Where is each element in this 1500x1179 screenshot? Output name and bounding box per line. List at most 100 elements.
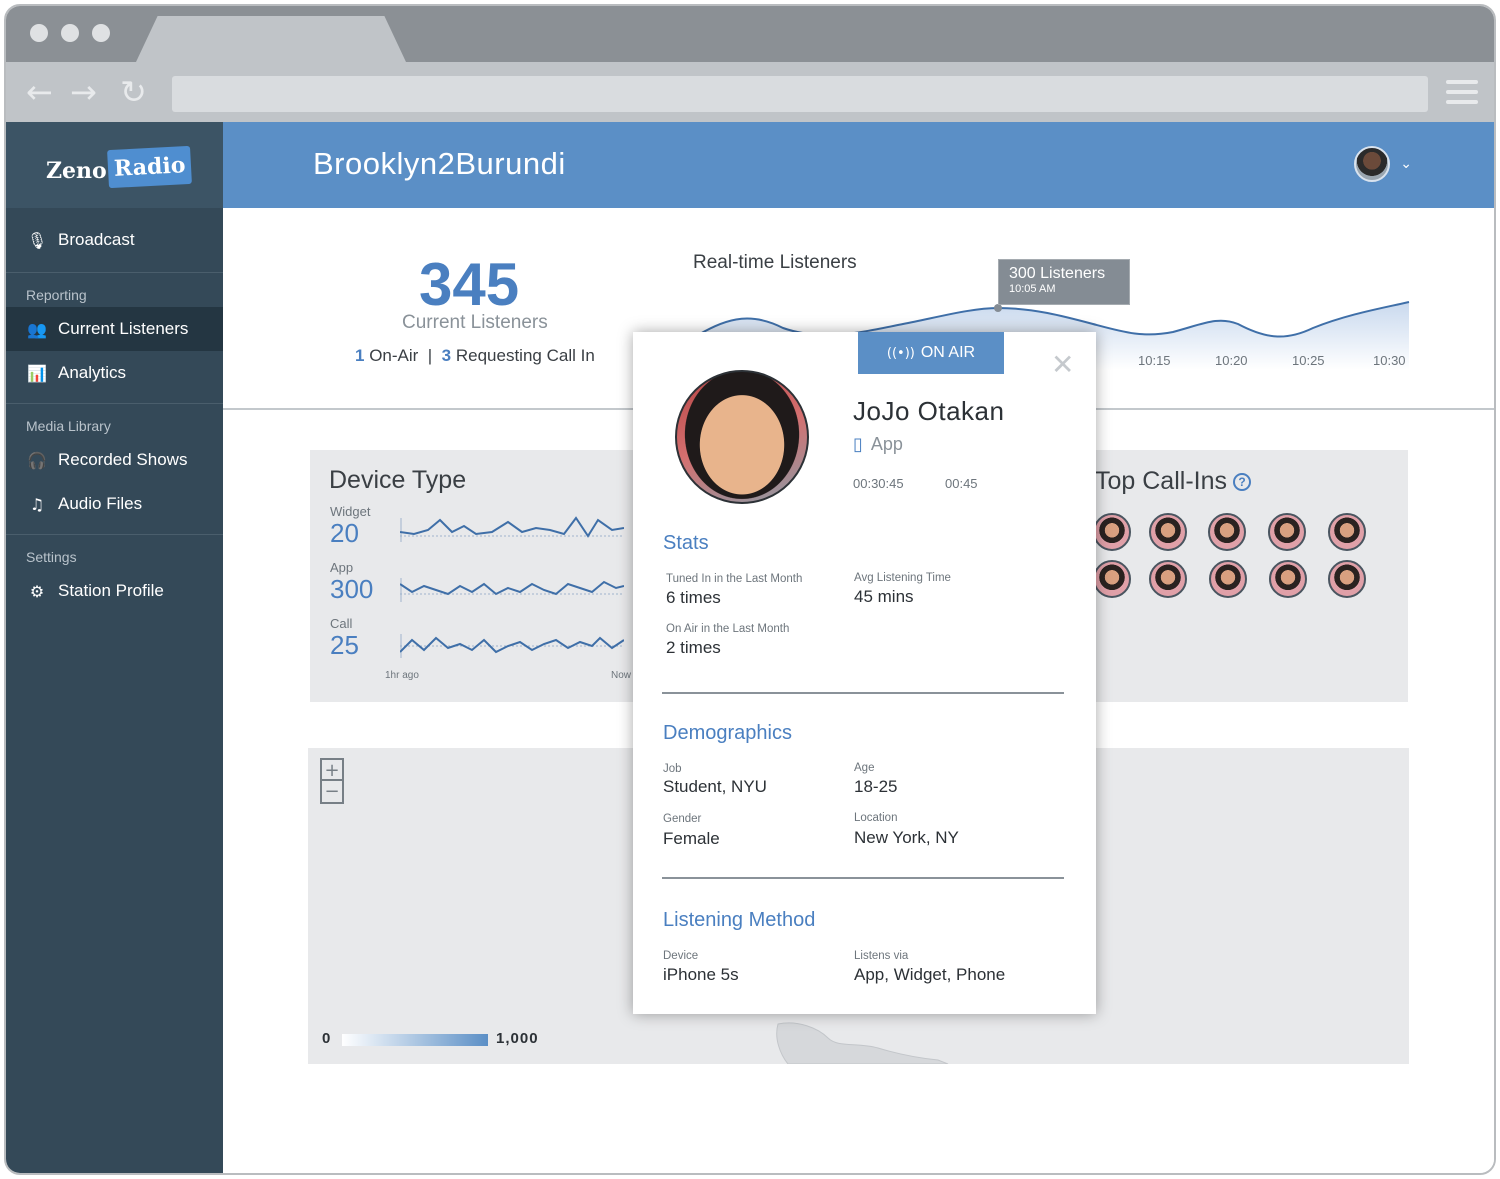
realtime-tooltip: 300 Listeners 10:05 AM: [998, 259, 1130, 305]
listener-status-summary: 1 On-Air | 3 Requesting Call In: [355, 346, 595, 366]
reload-icon[interactable]: ↻: [120, 74, 147, 110]
on-air-badge[interactable]: ((•)) ON AIR: [858, 332, 1004, 374]
browser-toolbar: ← → ↻: [6, 62, 1494, 122]
summary-separator: |: [427, 346, 433, 365]
window-close-dot[interactable]: [30, 24, 48, 42]
gear-icon: ⚙: [29, 581, 45, 601]
callin-avatar[interactable]: [1149, 560, 1187, 598]
device-label-app: App: [330, 560, 354, 575]
on-air-count: 1: [355, 346, 365, 365]
device-value-call: 25: [330, 630, 359, 660]
window-minimize-dot[interactable]: [61, 24, 79, 42]
sidebar-item-station-profile[interactable]: ⚙ Station Profile: [6, 569, 223, 613]
sidebar-item-label: Station Profile: [58, 581, 164, 600]
device-label-widget: Widget: [330, 504, 371, 519]
map-zoom-control: + −: [320, 758, 344, 804]
user-avatar[interactable]: [1354, 146, 1390, 182]
on-air-label: ON AIR: [920, 344, 976, 361]
stats-title: Stats: [663, 532, 709, 554]
address-bar[interactable]: [172, 76, 1428, 112]
widget-sparkline-line: [400, 516, 624, 538]
sidebar-item-label: Broadcast: [58, 230, 135, 249]
tooltip-time: 10:05 AM: [1009, 283, 1056, 295]
music-file-icon: ♫: [29, 494, 45, 514]
callin-avatar[interactable]: [1093, 560, 1131, 598]
modal-divider: [662, 877, 1064, 879]
time-tick: 10:25: [1292, 353, 1325, 368]
callin-avatar[interactable]: [1328, 560, 1366, 598]
sidebar-item-current-listeners[interactable]: 👥 Current Listeners: [6, 307, 223, 351]
listens-via-value: App, Widget, Phone: [854, 965, 1006, 984]
callin-avatar[interactable]: [1149, 513, 1187, 551]
sidebar-item-label: Recorded Shows: [58, 450, 188, 469]
on-air-month-value: 2 times: [666, 638, 721, 657]
tuned-in-value: 6 times: [666, 588, 721, 607]
zoom-out-button[interactable]: −: [322, 781, 342, 802]
top-callins-title-text: Top Call-Ins: [1095, 467, 1227, 495]
app-sparkline: [400, 578, 624, 602]
demographics-title: Demographics: [663, 722, 792, 744]
device-value: iPhone 5s: [663, 965, 739, 984]
requesting-count: 3: [441, 346, 452, 365]
browser-titlebar: [6, 6, 1494, 62]
sidebar-item-recorded-shows[interactable]: 🎧 Recorded Shows: [6, 438, 223, 482]
sidebar-item-label: Analytics: [58, 363, 127, 382]
top-header: Brooklyn2Burundi ⌄: [223, 122, 1494, 208]
top-callins-title: Top Call-Ins?: [1095, 467, 1251, 496]
chevron-down-icon[interactable]: ⌄: [1400, 156, 1412, 172]
listener-detail-modal: ((•)) ON AIR ✕ JoJo Otakan ▯ App 00:30:45 …: [633, 332, 1096, 1014]
back-arrow-icon[interactable]: ←: [26, 74, 53, 110]
zoom-in-button[interactable]: +: [322, 760, 342, 781]
listener-photo: [675, 370, 809, 504]
users-icon: 👥: [27, 319, 47, 339]
forward-arrow-icon[interactable]: →: [70, 74, 97, 110]
listening-method-title: Listening Method: [663, 909, 816, 931]
sidebar-item-broadcast[interactable]: 🎙 Broadcast: [6, 208, 223, 272]
requesting-label: Requesting Call In: [455, 346, 595, 365]
sparkline-axis-start: 1hr ago: [385, 670, 419, 681]
browser-menu-icon[interactable]: [1446, 80, 1478, 104]
modal-divider: [662, 692, 1064, 694]
avg-listening-label: Avg Listening Time: [854, 572, 951, 584]
sidebar: Zeno Radio 🎙 Broadcast Reporting 👥 Curre…: [6, 122, 223, 1173]
sidebar-item-analytics[interactable]: 📊 Analytics: [6, 351, 223, 395]
realtime-hover-point[interactable]: [994, 304, 1002, 312]
current-listeners-label: Current Listeners: [402, 312, 548, 333]
on-air-duration: 00:45: [945, 476, 978, 491]
callin-avatar[interactable]: [1208, 513, 1246, 551]
listener-device-label: App: [870, 434, 903, 454]
callin-avatar[interactable]: [1209, 560, 1247, 598]
call-sparkline: [400, 634, 624, 658]
callin-avatar[interactable]: [1269, 560, 1307, 598]
zeno-radio-logo[interactable]: Zeno Radio: [6, 122, 223, 208]
location-value: New York, NY: [854, 828, 959, 847]
close-icon[interactable]: ✕: [1051, 348, 1074, 381]
tuned-in-label: Tuned In in the Last Month: [666, 573, 803, 585]
map-landmass: [776, 1022, 949, 1064]
legend-min: 0: [322, 1030, 332, 1047]
callin-avatar[interactable]: [1268, 513, 1306, 551]
sparkline-axis-end: Now: [611, 670, 632, 681]
sidebar-section-settings: Settings: [26, 549, 77, 565]
device-type-title: Device Type: [329, 466, 467, 494]
listener-name: JoJo Otakan: [853, 396, 1005, 426]
listening-duration: 00:30:45: [853, 476, 904, 491]
callin-avatar[interactable]: [1328, 513, 1366, 551]
sidebar-section-reporting: Reporting: [26, 287, 87, 303]
listens-via-label: Listens via: [854, 950, 909, 962]
legend-max: 1,000: [496, 1030, 539, 1047]
window-maximize-dot[interactable]: [92, 24, 110, 42]
logo-word-zeno: Zeno: [46, 158, 107, 184]
gender-value: Female: [663, 829, 720, 848]
on-air-month-label: On Air in the Last Month: [666, 623, 790, 635]
browser-window: ← → ↻ Zeno Radio 🎙 Broadcast Reporting 👥…: [4, 4, 1496, 1175]
browser-tab[interactable]: [136, 16, 406, 62]
callin-avatar[interactable]: [1093, 513, 1131, 551]
device-label: Device: [663, 950, 699, 962]
logo-word-radio: Radio: [107, 145, 193, 189]
sidebar-item-audio-files[interactable]: ♫ Audio Files: [6, 482, 223, 526]
help-icon[interactable]: ?: [1233, 473, 1251, 492]
microphone-icon: 🎙: [26, 230, 48, 250]
broadcast-icon: ((•)): [886, 346, 915, 361]
avg-listening-value: 45 mins: [854, 587, 914, 606]
